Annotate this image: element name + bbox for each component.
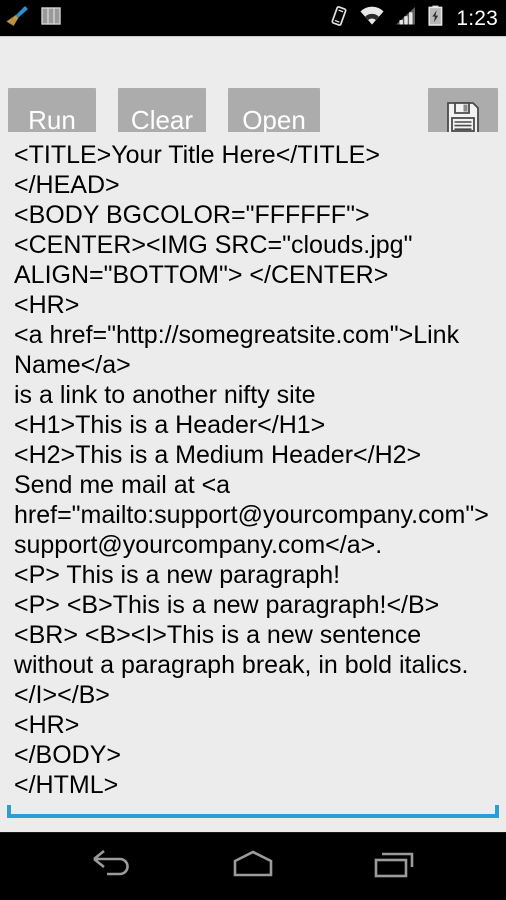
battery-charging-icon [427, 4, 444, 33]
status-bar-left-icons [4, 4, 64, 33]
phone-screen: 1:23 Run Clear Open <TITLE>Your Title He… [0, 0, 506, 900]
back-button[interactable] [71, 833, 151, 900]
status-bar-right-icons: 1:23 [328, 4, 498, 33]
code-text-input[interactable]: <TITLE>Your Title Here</TITLE> </HEAD> <… [0, 132, 506, 800]
recent-apps-icon [368, 848, 422, 885]
signal-bars-icon [394, 5, 418, 32]
status-bar-clock: 1:23 [456, 6, 498, 30]
home-icon [225, 848, 281, 885]
recent-apps-button[interactable] [355, 833, 435, 900]
bars-notification-icon [38, 4, 64, 33]
wifi-icon [359, 5, 385, 32]
code-editor[interactable]: <TITLE>Your Title Here</TITLE> </HEAD> <… [0, 132, 506, 832]
broom-cleaner-icon [4, 4, 30, 33]
app-toolbar: Run Clear Open [0, 36, 506, 152]
vibrate-icon [328, 4, 350, 33]
android-navigation-bar [0, 832, 506, 900]
status-bar: 1:23 [0, 0, 506, 36]
back-arrow-icon [84, 848, 138, 885]
edittext-focus-underline [7, 805, 499, 818]
home-button[interactable] [213, 833, 293, 900]
